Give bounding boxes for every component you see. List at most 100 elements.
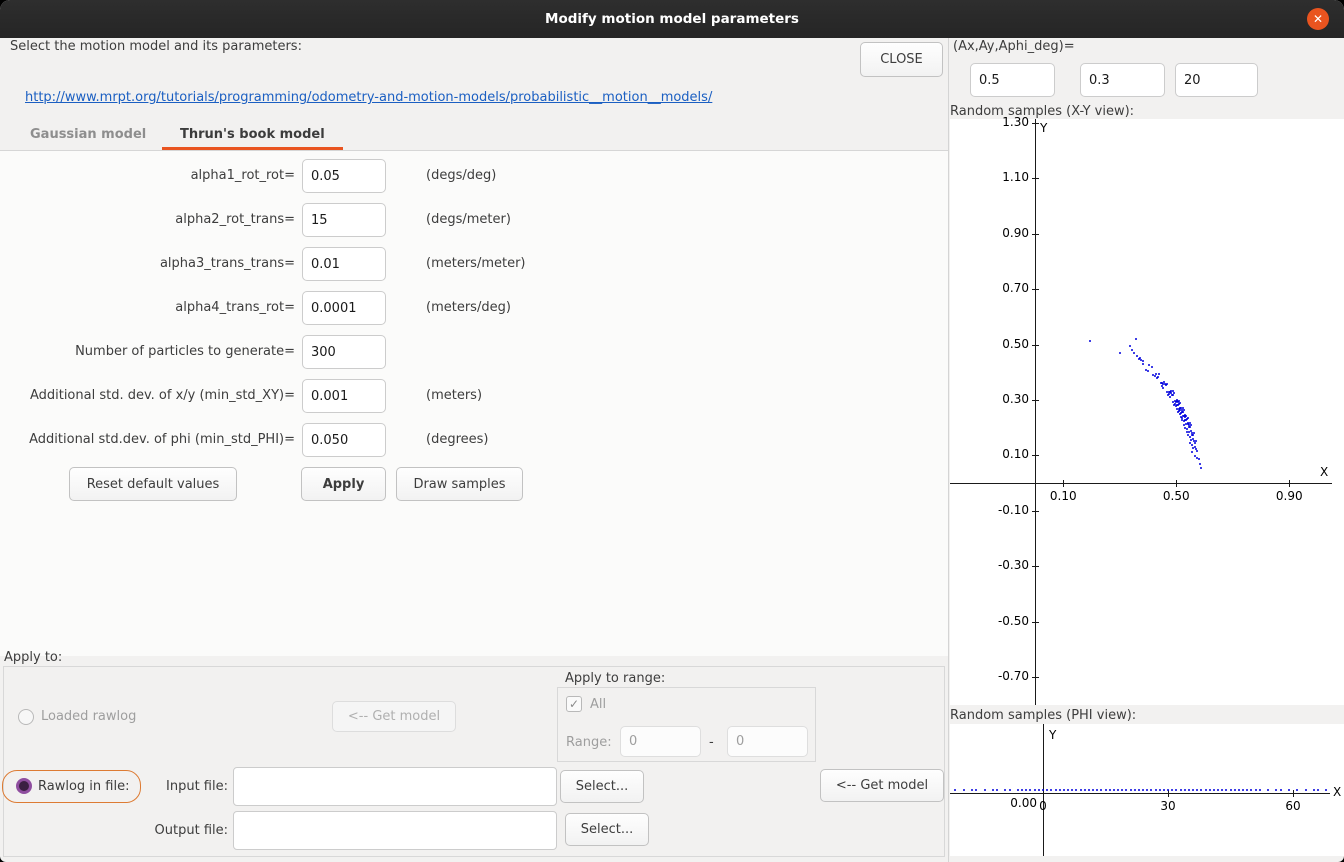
loaded-rawlog-radio[interactable] (18, 709, 34, 725)
min-std-phi-input[interactable] (302, 423, 386, 457)
sample-point (1150, 789, 1152, 791)
alpha1-input[interactable] (302, 159, 386, 193)
sample-point (1178, 400, 1180, 402)
sample-point (1196, 450, 1198, 452)
y-tick-label: 1.30 (985, 115, 1029, 129)
alpha2-label: alpha2_rot_trans= (0, 212, 295, 228)
y-tick-mark (1032, 677, 1039, 678)
sample-point (1025, 789, 1027, 791)
modify-motion-model-dialog: Modify motion model parameters ✕ Select … (0, 0, 1344, 862)
sample-point (1136, 355, 1138, 357)
titlebar: Modify motion model parameters ✕ (0, 0, 1344, 38)
sample-point (1151, 366, 1153, 368)
tab-gaussian-model[interactable]: Gaussian model (12, 118, 164, 150)
sample-point (1259, 789, 1261, 791)
sample-point (1275, 789, 1277, 791)
sample-point (1192, 789, 1194, 791)
sample-point (1192, 438, 1194, 440)
ax-input[interactable] (970, 63, 1055, 97)
sample-point (1267, 789, 1269, 791)
sample-point (1050, 789, 1052, 791)
sample-point (1004, 789, 1006, 791)
xy-plot: XY0.100.500.901.301.100.900.700.500.300.… (950, 119, 1344, 705)
sample-point (1156, 377, 1158, 379)
sample-point (1246, 789, 1248, 791)
y-tick-label: 0.10 (985, 447, 1029, 461)
min-std-xy-input[interactable] (302, 379, 386, 413)
sample-point (1121, 789, 1123, 791)
all-checkbox[interactable]: ✓ (566, 696, 582, 712)
select-input-file-button[interactable]: Select... (560, 770, 644, 803)
x-axis-label: X (1333, 785, 1341, 799)
reset-default-values-button[interactable]: Reset default values (69, 467, 237, 501)
sample-point (1155, 789, 1157, 791)
particles-label: Number of particles to generate= (0, 344, 295, 360)
sample-point (1200, 467, 1202, 469)
draw-samples-button[interactable]: Draw samples (396, 467, 523, 501)
sample-point (1179, 402, 1181, 404)
sample-point (1199, 463, 1201, 465)
tab-thruns-book-model[interactable]: Thrun's book model (162, 118, 343, 150)
y-tick-label: 1.10 (985, 170, 1029, 184)
apply-button[interactable]: Apply (301, 467, 386, 501)
sample-point (1105, 789, 1107, 791)
x-tick-label: 0.50 (1154, 489, 1198, 503)
y-tick-mark (1032, 511, 1039, 512)
sample-point (1166, 383, 1168, 385)
alpha3-input[interactable] (302, 247, 386, 281)
output-file-field[interactable] (233, 811, 557, 850)
sample-point (1183, 409, 1185, 411)
sample-point (1186, 428, 1188, 430)
sample-point (1305, 789, 1307, 791)
particles-input[interactable] (302, 335, 386, 369)
rawlog-in-file-radio[interactable] (16, 778, 32, 794)
input-file-label: Input file: (60, 779, 228, 795)
alpha2-input[interactable] (302, 203, 386, 237)
apply-to-range-group-label: Apply to range: (562, 671, 668, 686)
sample-point (1189, 436, 1191, 438)
range-to-input[interactable] (727, 726, 808, 757)
sample-point (1184, 789, 1186, 791)
range-dash: - (709, 735, 714, 751)
sample-point (1130, 789, 1132, 791)
alpha3-unit: (meters/meter) (426, 256, 526, 272)
sample-point (1191, 451, 1193, 453)
sample-point (1088, 789, 1090, 791)
sample-point (1146, 789, 1148, 791)
sample-point (971, 789, 973, 791)
sample-point (1059, 789, 1061, 791)
range-from-input[interactable] (620, 726, 701, 757)
alpha4-input[interactable] (302, 291, 386, 325)
sample-point (1182, 407, 1184, 409)
sample-point (1250, 789, 1252, 791)
y-tick-label: 0.50 (985, 337, 1029, 351)
sample-point (1171, 789, 1173, 791)
input-file-field[interactable] (233, 767, 557, 806)
sample-point (1234, 789, 1236, 791)
sample-point (1147, 370, 1149, 372)
sample-point (1139, 357, 1141, 359)
sample-point (1055, 789, 1057, 791)
sample-point (1131, 349, 1133, 351)
close-dialog-button[interactable]: CLOSE (860, 42, 943, 77)
sample-point (1142, 789, 1144, 791)
sample-point (1071, 789, 1073, 791)
sample-point (1142, 363, 1144, 365)
y-tick-label: -0.70 (985, 669, 1029, 683)
min-std-xy-unit: (meters) (426, 388, 482, 404)
sample-point (1046, 789, 1048, 791)
sample-point (1038, 789, 1040, 791)
y-tick-mark (1032, 622, 1039, 623)
aphi-input[interactable] (1175, 63, 1258, 97)
x-tick-mark (1168, 790, 1169, 797)
close-icon: ✕ (1313, 12, 1323, 26)
ay-input[interactable] (1080, 63, 1165, 97)
sample-point (1196, 789, 1198, 791)
x-tick-label: 0.10 (1041, 489, 1085, 503)
select-output-file-button[interactable]: Select... (565, 813, 649, 846)
get-model-top-button[interactable]: <-- Get model (332, 701, 456, 732)
get-model-bottom-button[interactable]: <-- Get model (820, 769, 944, 802)
y-axis-label: Y (1049, 728, 1056, 742)
documentation-link[interactable]: http://www.mrpt.org/tutorials/programmin… (25, 90, 712, 105)
window-close-button[interactable]: ✕ (1307, 8, 1329, 30)
